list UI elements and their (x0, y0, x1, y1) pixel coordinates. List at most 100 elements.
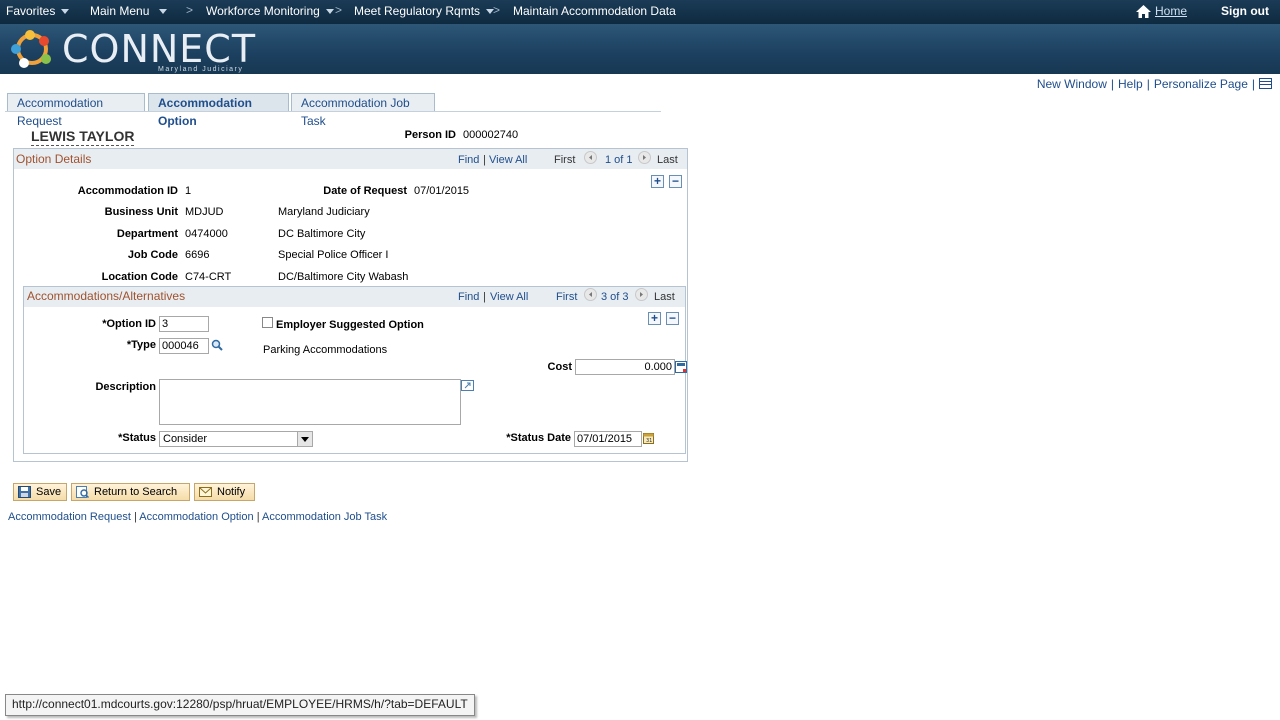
next-row-icon[interactable] (635, 288, 648, 301)
lookup-search-icon[interactable] (211, 339, 223, 354)
alternatives-title: Accommodations/Alternatives (27, 289, 186, 303)
home-icon[interactable] (1136, 5, 1151, 21)
breadcrumb-current[interactable]: Maintain Accommodation Data (513, 4, 676, 18)
job-code-description: Special Police Officer I (278, 249, 389, 261)
sign-out-link[interactable]: Sign out (1221, 4, 1269, 18)
delete-row-icon[interactable]: − (669, 175, 682, 188)
notify-button[interactable]: Notify (194, 483, 255, 501)
chevron-down-icon (61, 9, 70, 15)
return-to-search-button[interactable]: Return to Search (71, 483, 190, 501)
home-link[interactable]: Home (1155, 4, 1187, 18)
alternatives-find-link[interactable]: Find (458, 291, 479, 303)
logo-text: CONNECT (62, 27, 257, 71)
breadcrumb-workforce-monitoring[interactable]: Workforce Monitoring (206, 4, 334, 18)
next-row-icon[interactable] (638, 151, 651, 164)
calculator-icon[interactable] (675, 361, 687, 376)
description-textarea[interactable] (159, 379, 461, 425)
job-code-label: Job Code (127, 249, 178, 261)
notify-label: Notify (217, 486, 246, 498)
description-label: Description (95, 381, 156, 393)
logo-icon (4, 27, 58, 76)
link-divider: | (483, 291, 486, 303)
employer-suggested-label: Employer Suggested Option (276, 319, 424, 331)
option-id-input[interactable] (159, 316, 209, 332)
banner: CONNECT Maryland Judiciary (0, 24, 1280, 74)
alternatives-first-link[interactable]: First (556, 291, 577, 303)
location-code-value: C74-CRT (185, 271, 232, 283)
person-id-value: 000002740 (463, 129, 519, 141)
department-value: 0474000 (185, 228, 228, 240)
top-navigation-bar: Favorites Main Menu > Workforce Monitori… (0, 0, 1280, 24)
location-code-label: Location Code (101, 271, 178, 283)
cost-input[interactable] (575, 359, 675, 375)
alternatives-view-all-link[interactable]: View All (490, 291, 528, 303)
tab-accommodation-option[interactable]: Accommodation Option (148, 93, 289, 128)
save-icon (18, 486, 31, 498)
help-link[interactable]: Help (1118, 77, 1143, 91)
option-id-label: *Option ID (102, 318, 156, 330)
return-to-search-label: Return to Search (94, 486, 178, 498)
type-input[interactable] (159, 338, 209, 354)
link-divider: | (1251, 77, 1255, 91)
expand-textarea-icon[interactable] (461, 380, 474, 394)
chevron-down-icon (325, 9, 334, 15)
link-divider: | (1110, 77, 1114, 91)
alternatives-last-label: Last (654, 291, 675, 303)
tab-accommodation-request[interactable]: Accommodation Request (7, 93, 145, 128)
page-links: New Window | Help | Personalize Page | (1037, 77, 1272, 92)
page-layout-icon[interactable] (1259, 77, 1272, 92)
option-details-view-all-link[interactable]: View All (489, 154, 527, 166)
add-row-icon[interactable]: + (651, 175, 664, 188)
bottom-link-accommodation-request[interactable]: Accommodation Request (8, 511, 131, 523)
job-code-value: 6696 (185, 249, 210, 261)
status-date-input[interactable] (574, 431, 642, 447)
breadcrumb-meet-regulatory[interactable]: Meet Regulatory Rqmts (354, 4, 495, 18)
save-label: Save (36, 486, 62, 498)
link-divider: | (483, 154, 486, 166)
status-label: *Status (118, 432, 156, 444)
add-row-icon[interactable]: + (648, 312, 661, 325)
personalize-page-link[interactable]: Personalize Page (1154, 77, 1248, 91)
logo-subtitle: Maryland Judiciary (158, 66, 244, 73)
option-details-last-label: Last (657, 154, 678, 166)
department-label: Department (116, 228, 178, 240)
bottom-link-accommodation-option[interactable]: Accommodation Option (139, 511, 253, 523)
return-to-search-icon (76, 486, 90, 499)
status-selected-value: Consider (163, 433, 208, 445)
business-unit-value: MDJUD (185, 206, 224, 218)
type-label: *Type (126, 339, 156, 351)
date-of-request-value: 07/01/2015 (414, 185, 470, 197)
employee-name: LEWIS TAYLOR (31, 128, 135, 146)
cost-label: Cost (547, 361, 572, 373)
tab-accommodation-job-task[interactable]: Accommodation Job Task (291, 93, 435, 128)
delete-row-icon[interactable]: − (666, 312, 679, 325)
previous-row-icon[interactable] (584, 151, 597, 164)
accommodation-id-value: 1 (185, 185, 192, 197)
bottom-link-accommodation-job-task[interactable]: Accommodation Job Task (262, 511, 387, 523)
alternatives-row-count: 3 of 3 (601, 291, 629, 303)
notify-icon (199, 486, 212, 498)
calendar-icon[interactable]: 31 (643, 432, 654, 447)
location-code-description: DC/Baltimore City Wabash (278, 271, 409, 283)
link-divider: | (133, 511, 137, 523)
tab-divider-line (5, 111, 661, 112)
regulatory-label: Meet Regulatory Rqmts (354, 4, 481, 18)
option-details-find-link[interactable]: Find (458, 154, 479, 166)
favorites-label: Favorites (6, 4, 56, 18)
new-window-link[interactable]: New Window (1037, 77, 1107, 91)
save-button[interactable]: Save (13, 483, 67, 501)
dropdown-arrow-icon[interactable] (297, 432, 312, 446)
business-unit-description: Maryland Judiciary (278, 206, 370, 218)
bottom-tab-links: Accommodation Request | Accommodation Op… (8, 511, 387, 523)
main-menu[interactable]: Main Menu (90, 4, 168, 18)
previous-row-icon[interactable] (584, 288, 597, 301)
option-details-first-label: First (554, 154, 576, 166)
status-select[interactable]: Consider (159, 431, 313, 447)
option-details-row-count: 1 of 1 (605, 154, 633, 166)
breadcrumb-separator: > (186, 3, 194, 17)
favorites-menu[interactable]: Favorites (6, 4, 70, 18)
chevron-down-icon (159, 9, 168, 15)
accommodation-id-label: Accommodation ID (77, 185, 178, 197)
employer-suggested-checkbox[interactable] (262, 317, 273, 328)
browser-status-url: http://connect01.mdcourts.gov:12280/psp/… (5, 694, 475, 716)
